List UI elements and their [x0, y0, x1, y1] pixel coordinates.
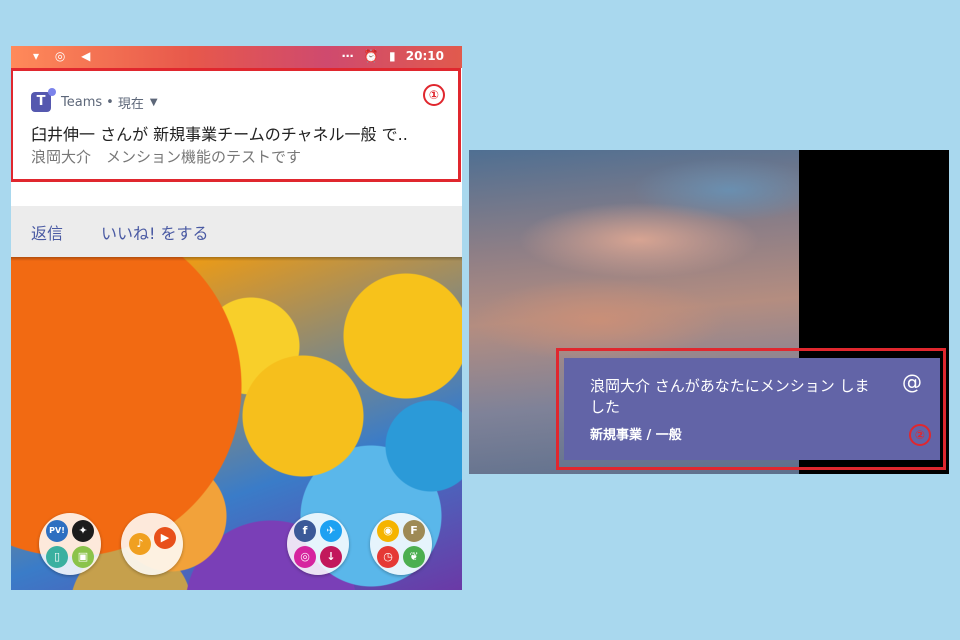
battery-icon: ▮ — [389, 49, 396, 63]
notification-actions: 返信 いいね! をする — [11, 206, 462, 257]
notification-shadow — [11, 257, 462, 261]
instagram-icon[interactable]: ◎ — [294, 546, 316, 568]
bulb-icon[interactable]: ◉ — [377, 520, 399, 542]
status-right: ⋯ ⏰ ▮ 20:10 — [336, 49, 444, 63]
alarm-icon: ⏰ — [363, 49, 379, 63]
video-icon[interactable]: ▶ — [154, 527, 176, 549]
status-bar: ▾ ◎ ◀ ⋯ ⏰ ▮ 20:10 — [11, 46, 462, 68]
signal-icons: ▾ ◎ ◀ — [33, 49, 97, 63]
phone-screenshot: ▾ ◎ ◀ ⋯ ⏰ ▮ 20:10 T Teams • 現在 ▼ 臼井伸一 さん… — [11, 46, 462, 590]
twitter-icon[interactable]: ✈ — [320, 520, 342, 542]
app-folder-4[interactable]: ◉ F ◷ ❦ — [370, 513, 432, 575]
like-button[interactable]: いいね! をする — [101, 220, 209, 244]
marker-1: ① — [423, 84, 445, 106]
more-icon: ⋯ — [341, 49, 354, 63]
reply-button[interactable]: 返信 — [31, 220, 63, 244]
files-icon[interactable]: ▯ — [46, 546, 68, 568]
clock-icon[interactable]: ◷ — [377, 546, 399, 568]
desktop-screenshot: 浪岡大介 さんがあなたにメンション しました 新規事業 / 一般 @ ② — [469, 150, 949, 474]
leaf-icon[interactable]: ❦ — [403, 546, 425, 568]
file-icon[interactable]: F — [403, 520, 425, 542]
download-icon[interactable]: ↓ — [320, 546, 342, 568]
app-folder-1[interactable]: PV! ✦ ▯ ▣ — [39, 513, 101, 575]
pv-icon[interactable]: PV! — [46, 520, 68, 542]
marker-2: ② — [909, 424, 931, 446]
highlight-box-1 — [11, 68, 461, 182]
highlight-box-2 — [556, 348, 946, 470]
status-time: 20:10 — [405, 49, 444, 63]
music-icon[interactable]: ♪ — [129, 533, 151, 555]
android-icon[interactable]: ▣ — [72, 546, 94, 568]
facebook-icon[interactable]: f — [294, 520, 316, 542]
runner-icon[interactable]: ✦ — [72, 520, 94, 542]
app-folder-2[interactable]: ♪ ▶ — [121, 513, 183, 575]
app-folder-3[interactable]: f ✈ ◎ ↓ — [287, 513, 349, 575]
